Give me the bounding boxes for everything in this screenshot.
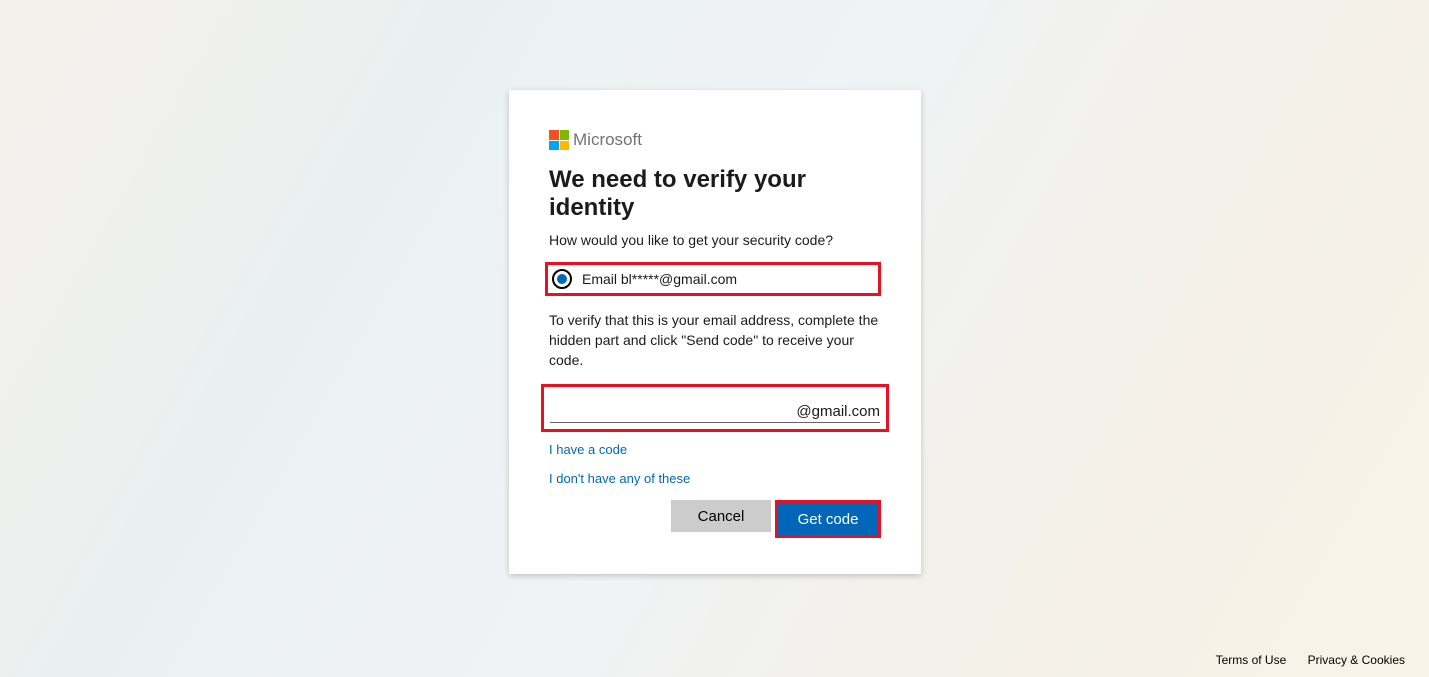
email-input-highlight: @gmail.com — [541, 384, 889, 432]
email-prefix-input[interactable] — [550, 395, 796, 420]
none-of-these-link[interactable]: I don't have any of these — [549, 471, 881, 486]
radio-option-email[interactable]: Email bl*****@gmail.com — [548, 269, 874, 289]
get-code-highlight: Get code — [775, 500, 881, 538]
brand-row: Microsoft — [549, 130, 881, 150]
page-subtitle: How would you like to get your security … — [549, 232, 881, 248]
microsoft-logo-icon — [549, 130, 569, 150]
privacy-cookies-link[interactable]: Privacy & Cookies — [1308, 653, 1405, 667]
cancel-button[interactable]: Cancel — [671, 500, 771, 532]
radio-highlight-box: Email bl*****@gmail.com — [545, 262, 881, 296]
page-title: We need to verify your identity — [549, 166, 881, 222]
verification-instruction: To verify that this is your email addres… — [549, 310, 881, 370]
terms-of-use-link[interactable]: Terms of Use — [1216, 653, 1287, 667]
get-code-button[interactable]: Get code — [778, 503, 878, 535]
radio-selected-icon — [552, 269, 572, 289]
button-row: Cancel Get code — [549, 500, 881, 538]
radio-option-label: Email bl*****@gmail.com — [582, 271, 737, 287]
email-input-row: @gmail.com — [550, 395, 880, 423]
brand-name: Microsoft — [573, 130, 642, 150]
email-domain-suffix: @gmail.com — [796, 403, 880, 420]
verify-identity-card: Microsoft We need to verify your identit… — [509, 90, 921, 574]
i-have-a-code-link[interactable]: I have a code — [549, 442, 881, 457]
footer-links: Terms of Use Privacy & Cookies — [1198, 653, 1405, 667]
